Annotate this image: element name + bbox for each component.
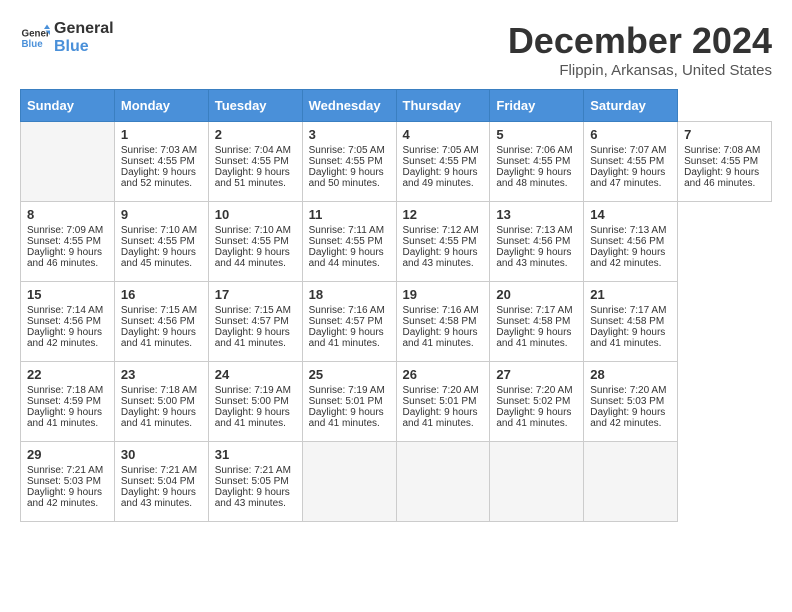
table-row: 6Sunrise: 7:07 AMSunset: 4:55 PMDaylight… [584, 122, 678, 202]
table-row: 26Sunrise: 7:20 AMSunset: 5:01 PMDayligh… [396, 362, 490, 442]
table-row: 25Sunrise: 7:19 AMSunset: 5:01 PMDayligh… [302, 362, 396, 442]
title-section: December 2024 Flippin, Arkansas, United … [508, 20, 772, 79]
col-thursday: Thursday [396, 90, 490, 122]
subtitle: Flippin, Arkansas, United States [508, 62, 772, 79]
table-row: 8Sunrise: 7:09 AMSunset: 4:55 PMDaylight… [21, 202, 115, 282]
table-row: 27Sunrise: 7:20 AMSunset: 5:02 PMDayligh… [490, 362, 584, 442]
col-monday: Monday [114, 90, 208, 122]
table-row: 17Sunrise: 7:15 AMSunset: 4:57 PMDayligh… [208, 282, 302, 362]
calendar-week-4: 22Sunrise: 7:18 AMSunset: 4:59 PMDayligh… [21, 362, 772, 442]
logo-icon: General Blue [20, 23, 50, 53]
table-row: 10Sunrise: 7:10 AMSunset: 4:55 PMDayligh… [208, 202, 302, 282]
table-row: 23Sunrise: 7:18 AMSunset: 5:00 PMDayligh… [114, 362, 208, 442]
table-row: 5Sunrise: 7:06 AMSunset: 4:55 PMDaylight… [490, 122, 584, 202]
svg-text:Blue: Blue [22, 39, 44, 50]
col-tuesday: Tuesday [208, 90, 302, 122]
header-row: Sunday Monday Tuesday Wednesday Thursday… [21, 90, 772, 122]
table-row: 7Sunrise: 7:08 AMSunset: 4:55 PMDaylight… [678, 122, 772, 202]
col-sunday: Sunday [21, 90, 115, 122]
table-row: 15Sunrise: 7:14 AMSunset: 4:56 PMDayligh… [21, 282, 115, 362]
table-row: 18Sunrise: 7:16 AMSunset: 4:57 PMDayligh… [302, 282, 396, 362]
table-row [21, 122, 115, 202]
header: General Blue General Blue December 2024 … [20, 20, 772, 79]
table-row: 4Sunrise: 7:05 AMSunset: 4:55 PMDaylight… [396, 122, 490, 202]
calendar-week-3: 15Sunrise: 7:14 AMSunset: 4:56 PMDayligh… [21, 282, 772, 362]
table-row: 12Sunrise: 7:12 AMSunset: 4:55 PMDayligh… [396, 202, 490, 282]
table-row: 9Sunrise: 7:10 AMSunset: 4:55 PMDaylight… [114, 202, 208, 282]
col-saturday: Saturday [584, 90, 678, 122]
table-row: 31Sunrise: 7:21 AMSunset: 5:05 PMDayligh… [208, 442, 302, 522]
calendar-table: Sunday Monday Tuesday Wednesday Thursday… [20, 89, 772, 522]
logo-general: General [54, 20, 114, 37]
col-friday: Friday [490, 90, 584, 122]
logo-blue: Blue [54, 38, 89, 55]
table-row [302, 442, 396, 522]
table-row: 2Sunrise: 7:04 AMSunset: 4:55 PMDaylight… [208, 122, 302, 202]
table-row: 3Sunrise: 7:05 AMSunset: 4:55 PMDaylight… [302, 122, 396, 202]
table-row: 29Sunrise: 7:21 AMSunset: 5:03 PMDayligh… [21, 442, 115, 522]
table-row: 13Sunrise: 7:13 AMSunset: 4:56 PMDayligh… [490, 202, 584, 282]
table-row: 14Sunrise: 7:13 AMSunset: 4:56 PMDayligh… [584, 202, 678, 282]
col-wednesday: Wednesday [302, 90, 396, 122]
table-row: 24Sunrise: 7:19 AMSunset: 5:00 PMDayligh… [208, 362, 302, 442]
table-row [396, 442, 490, 522]
table-row: 20Sunrise: 7:17 AMSunset: 4:58 PMDayligh… [490, 282, 584, 362]
logo: General Blue General Blue [20, 20, 114, 56]
table-row: 22Sunrise: 7:18 AMSunset: 4:59 PMDayligh… [21, 362, 115, 442]
calendar-week-5: 29Sunrise: 7:21 AMSunset: 5:03 PMDayligh… [21, 442, 772, 522]
main-title: December 2024 [508, 20, 772, 62]
table-row [490, 442, 584, 522]
calendar-week-1: 1Sunrise: 7:03 AMSunset: 4:55 PMDaylight… [21, 122, 772, 202]
table-row: 11Sunrise: 7:11 AMSunset: 4:55 PMDayligh… [302, 202, 396, 282]
table-row [584, 442, 678, 522]
table-row: 16Sunrise: 7:15 AMSunset: 4:56 PMDayligh… [114, 282, 208, 362]
table-row: 30Sunrise: 7:21 AMSunset: 5:04 PMDayligh… [114, 442, 208, 522]
table-row: 21Sunrise: 7:17 AMSunset: 4:58 PMDayligh… [584, 282, 678, 362]
table-row: 28Sunrise: 7:20 AMSunset: 5:03 PMDayligh… [584, 362, 678, 442]
svg-text:General: General [22, 29, 51, 40]
calendar-week-2: 8Sunrise: 7:09 AMSunset: 4:55 PMDaylight… [21, 202, 772, 282]
table-row: 19Sunrise: 7:16 AMSunset: 4:58 PMDayligh… [396, 282, 490, 362]
table-row: 1Sunrise: 7:03 AMSunset: 4:55 PMDaylight… [114, 122, 208, 202]
